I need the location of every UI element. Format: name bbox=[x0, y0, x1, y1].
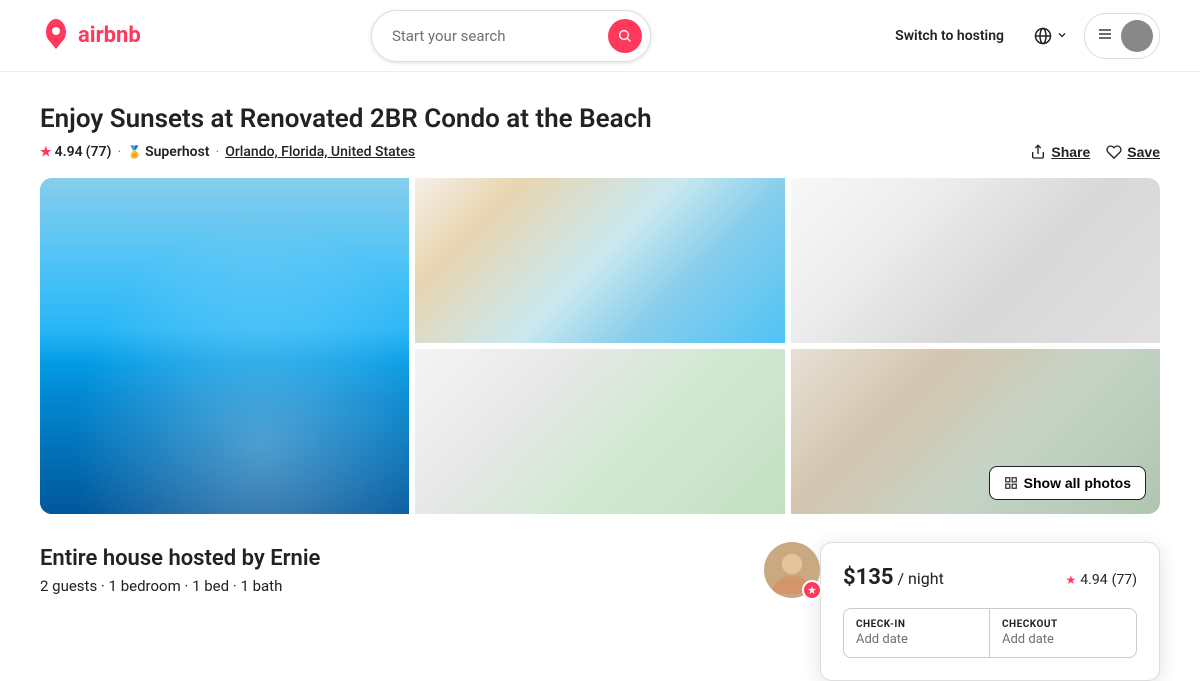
host-details: 2 guests · 1 bedroom · 1 bed · 1 bath bbox=[40, 577, 320, 595]
save-label: Save bbox=[1127, 144, 1160, 160]
dot-separator-2: · bbox=[216, 144, 220, 160]
checkout-field[interactable]: CHECKOUT Add date bbox=[990, 609, 1136, 657]
dates-row: CHECK-IN Add date CHECKOUT Add date bbox=[843, 608, 1137, 658]
user-menu[interactable] bbox=[1084, 13, 1160, 59]
share-label: Share bbox=[1051, 144, 1090, 160]
chevron-down-icon bbox=[1056, 26, 1068, 45]
logo[interactable]: airbnb bbox=[40, 18, 141, 54]
superhost-icon: 🏅 bbox=[127, 145, 142, 159]
star-icon: ★ bbox=[40, 145, 52, 160]
medal-icon bbox=[807, 585, 817, 595]
photo-top-right[interactable] bbox=[791, 178, 1160, 343]
airbnb-logo-icon bbox=[40, 18, 72, 54]
booking-card: $135 / night ★ 4.94 (77) CHECK-IN Add da… bbox=[820, 542, 1160, 681]
superhost-label: Superhost bbox=[145, 144, 209, 160]
hamburger-icon bbox=[1097, 26, 1113, 46]
checkin-label: CHECK-IN bbox=[856, 619, 977, 630]
share-icon bbox=[1030, 144, 1046, 160]
listing-meta: ★ 4.94 (77) · 🏅 Superhost · Orlando, Flo… bbox=[40, 144, 1160, 160]
main-content: Enjoy Sunsets at Renovated 2BR Condo at … bbox=[0, 72, 1200, 681]
avatar bbox=[1121, 20, 1153, 52]
host-title: Entire house hosted by Ernie bbox=[40, 546, 320, 571]
card-rating: ★ 4.94 (77) bbox=[1066, 572, 1137, 588]
save-button[interactable]: Save bbox=[1106, 144, 1160, 160]
show-all-photos-button[interactable]: Show all photos bbox=[989, 466, 1146, 500]
review-count: (77) bbox=[86, 144, 112, 160]
checkin-field[interactable]: CHECK-IN Add date bbox=[844, 609, 990, 657]
price-row: $135 / night ★ 4.94 (77) bbox=[843, 565, 1137, 590]
search-icon bbox=[617, 28, 633, 44]
host-info: Entire house hosted by Ernie 2 guests · … bbox=[40, 542, 820, 598]
checkin-value: Add date bbox=[856, 632, 977, 647]
share-button[interactable]: Share bbox=[1030, 144, 1090, 160]
heart-icon bbox=[1106, 144, 1122, 160]
search-button[interactable] bbox=[608, 19, 642, 53]
show-all-photos-label: Show all photos bbox=[1024, 475, 1131, 491]
globe-icon bbox=[1034, 27, 1052, 45]
search-bar-text: Start your search bbox=[392, 27, 598, 45]
listing-title: Enjoy Sunsets at Renovated 2BR Condo at … bbox=[40, 104, 1160, 134]
grid-icon bbox=[1004, 476, 1018, 490]
card-review-count: (77) bbox=[1112, 572, 1137, 588]
superhost-badge-icon bbox=[802, 580, 822, 600]
listing-location[interactable]: Orlando, Florida, United States bbox=[225, 144, 415, 160]
photo-main[interactable] bbox=[40, 178, 409, 514]
photo-bottom-middle[interactable] bbox=[415, 349, 784, 514]
card-rating-value: 4.94 bbox=[1080, 572, 1107, 588]
dot-separator-1: · bbox=[117, 144, 121, 160]
listing-actions: Share Save bbox=[1030, 144, 1160, 160]
search-bar[interactable]: Start your search bbox=[371, 10, 651, 62]
language-selector[interactable] bbox=[1026, 16, 1076, 55]
checkout-value: Add date bbox=[1002, 632, 1124, 647]
switch-hosting-link[interactable]: Switch to hosting bbox=[881, 18, 1018, 54]
price-display: $135 / night bbox=[843, 565, 944, 590]
rating-value: 4.94 bbox=[55, 144, 83, 160]
rating: ★ 4.94 (77) bbox=[40, 144, 111, 160]
photo-grid: Show all photos bbox=[40, 178, 1160, 514]
photo-top-middle[interactable] bbox=[415, 178, 784, 343]
header-right: Switch to hosting bbox=[881, 13, 1160, 59]
checkout-label: CHECKOUT bbox=[1002, 619, 1124, 630]
host-avatar-wrap bbox=[764, 542, 820, 598]
price-amount: $135 bbox=[843, 565, 894, 590]
logo-text: airbnb bbox=[78, 23, 141, 48]
superhost-badge: 🏅 Superhost bbox=[127, 144, 209, 160]
price-per-night: / night bbox=[897, 569, 943, 588]
header: airbnb Start your search Switch to hosti… bbox=[0, 0, 1200, 72]
card-star-icon: ★ bbox=[1066, 573, 1077, 587]
